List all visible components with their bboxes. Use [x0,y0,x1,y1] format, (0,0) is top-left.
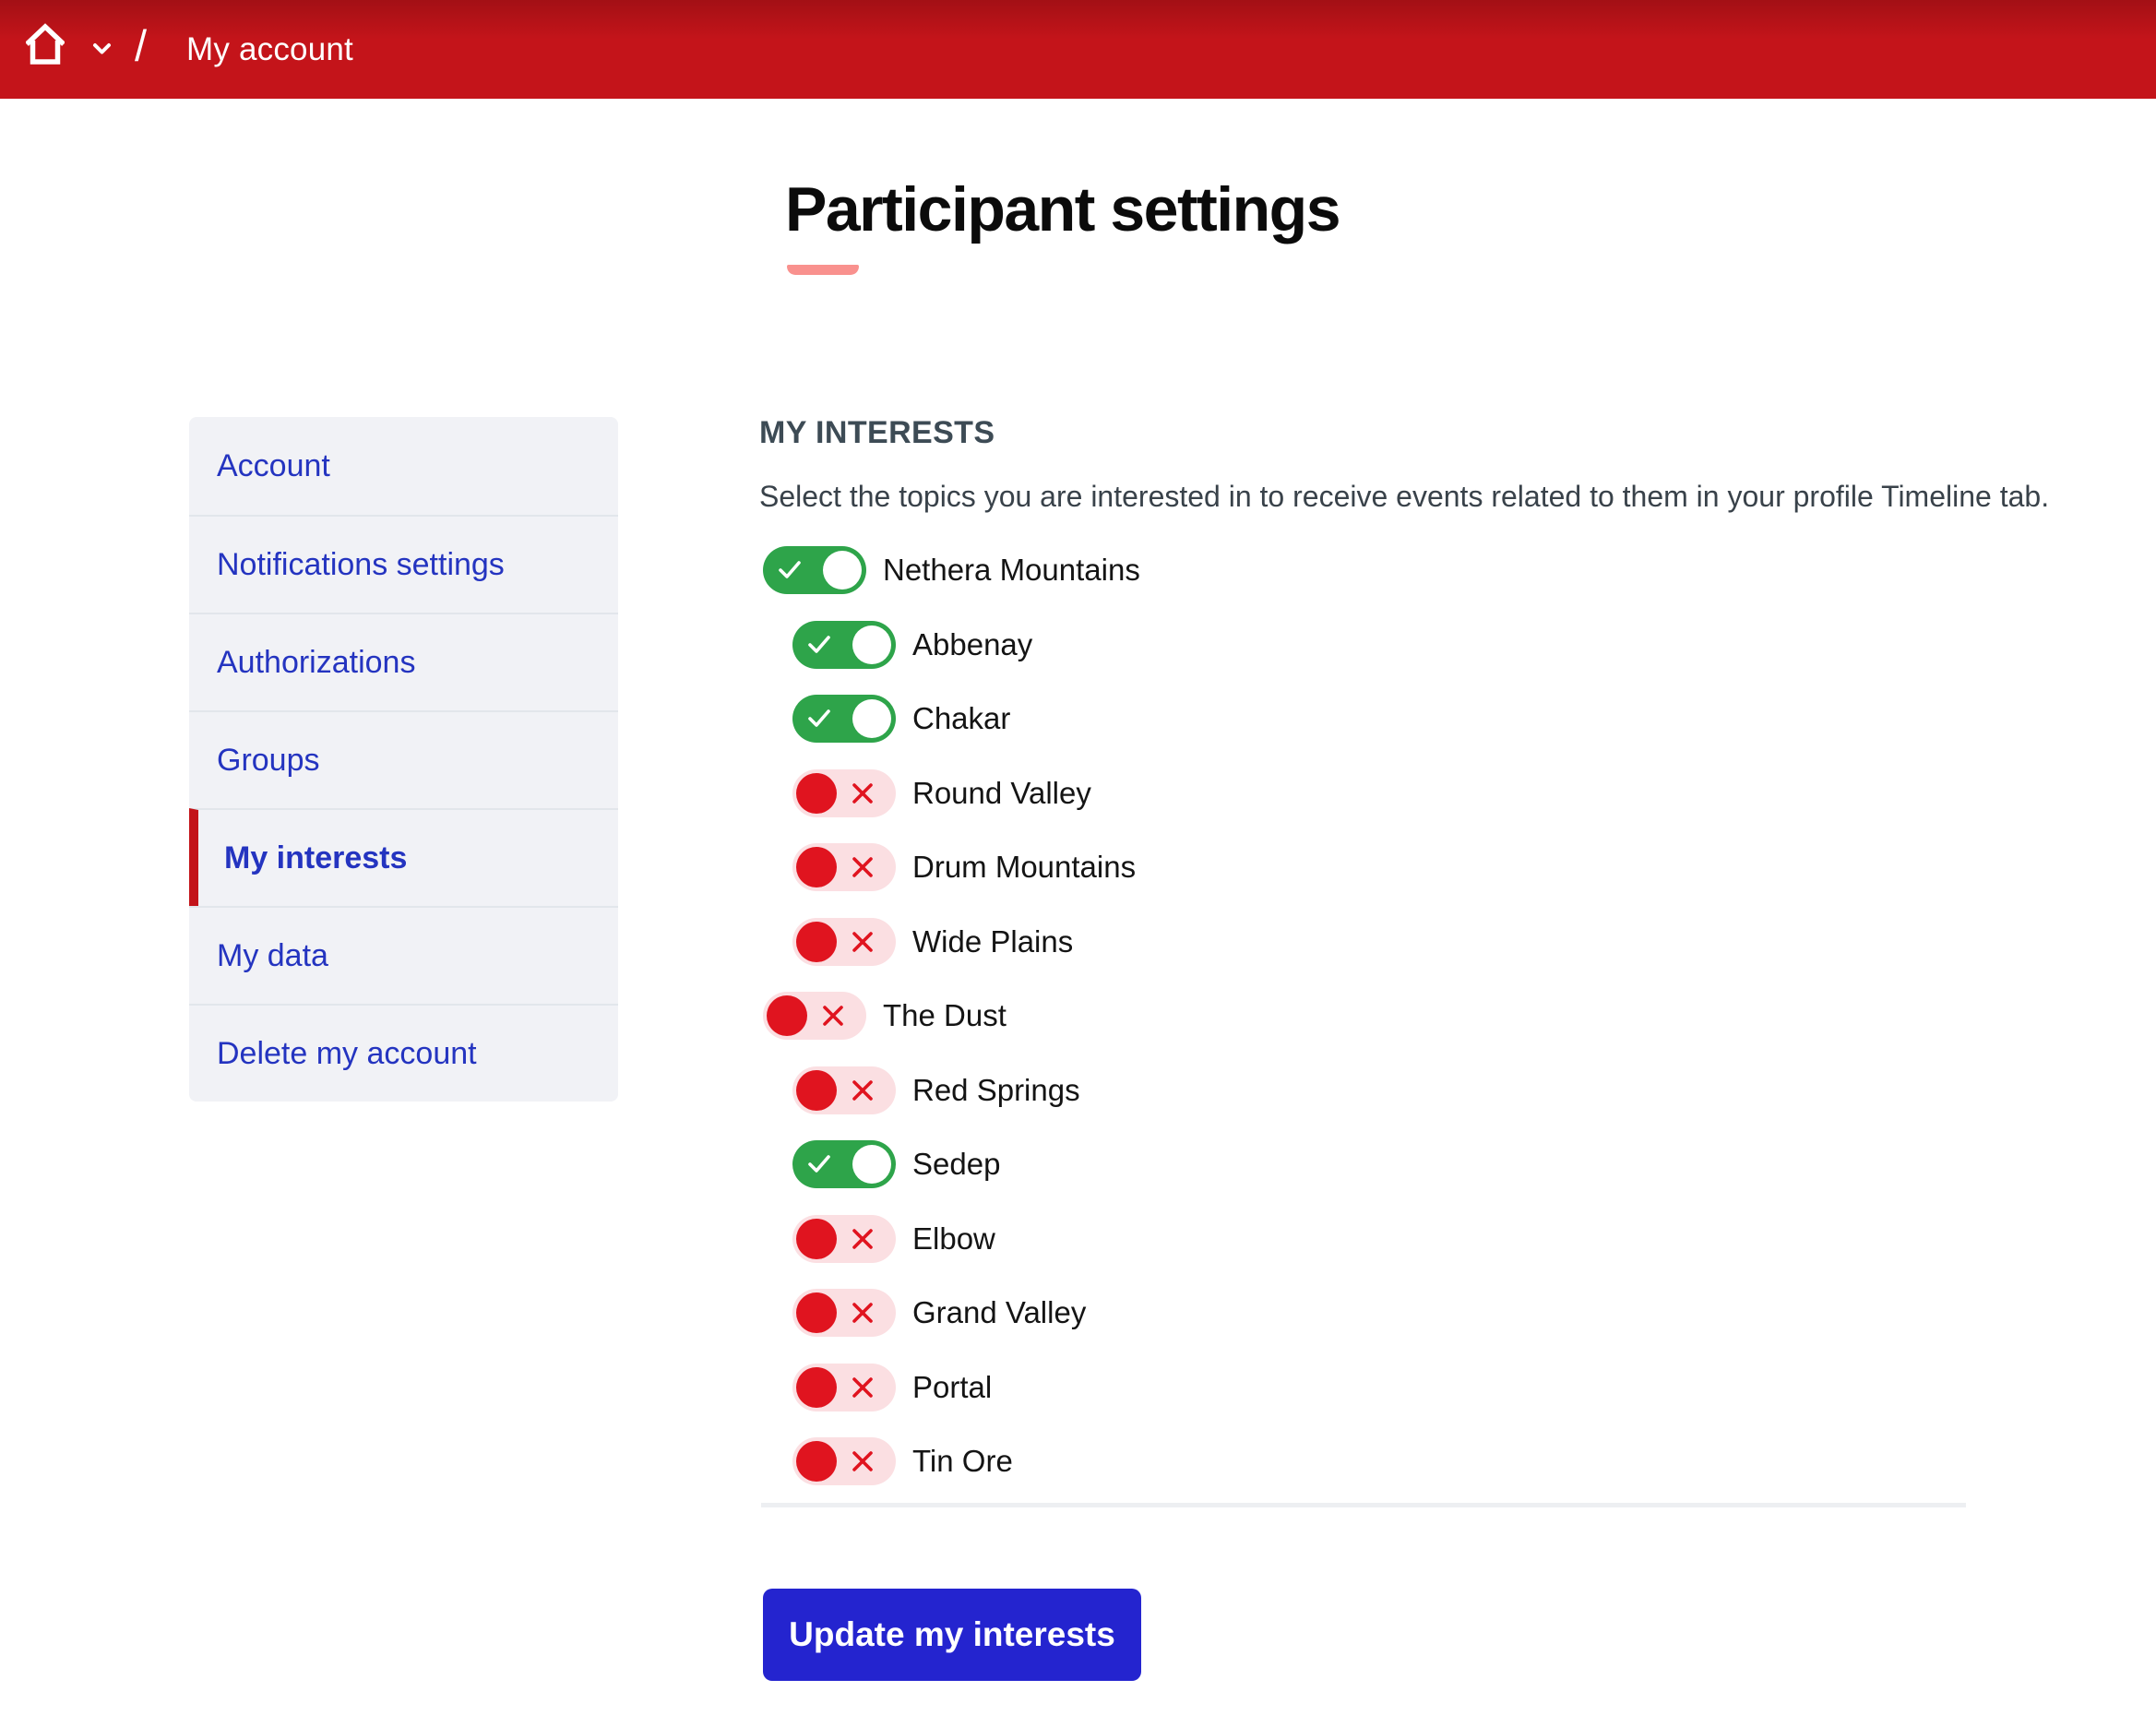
interest-row: Round Valley [792,769,1140,817]
interest-row: Nethera Mountains [763,546,1140,594]
interest-row: Portal [792,1364,1140,1411]
toggle-knob [796,1292,837,1333]
interest-toggle-off[interactable] [792,1215,896,1263]
toggle-knob [796,1070,837,1111]
interest-label: Tin Ore [912,1444,1013,1479]
breadcrumb-current-page: My account [186,31,353,68]
interest-row: Abbenay [792,621,1140,669]
interest-label: Red Springs [912,1073,1080,1108]
chevron-down-icon[interactable] [92,42,112,55]
interest-row: Grand Valley [792,1289,1140,1337]
interest-label: Chakar [912,701,1010,736]
sidebar-item-notifications-settings[interactable]: Notifications settings [189,515,618,613]
interest-label: Abbenay [912,627,1032,662]
interest-label: Round Valley [912,776,1091,811]
participant-settings-page: / My account Participant settings Accoun… [0,0,2156,1727]
interest-toggle-off[interactable] [792,1066,896,1114]
toggle-knob [796,1367,837,1408]
interest-toggle-off[interactable] [792,1437,896,1485]
check-icon [807,708,831,730]
interest-toggle-on[interactable] [763,546,866,594]
x-icon [851,1376,875,1399]
toggle-knob [796,922,837,962]
interest-toggle-off[interactable] [792,1289,896,1337]
interest-toggle-off[interactable] [792,769,896,817]
toggle-knob [796,847,837,887]
toggle-knob [796,1219,837,1259]
interest-toggle-on[interactable] [792,621,896,669]
sidebar-menu: AccountNotifications settingsAuthorizati… [189,417,618,1102]
interest-row: Sedep [792,1140,1140,1188]
section-divider [761,1503,1966,1507]
interest-label: Nethera Mountains [883,553,1140,588]
toggle-knob [852,1145,891,1184]
x-icon [851,930,875,954]
toggle-knob [796,1441,837,1482]
interest-toggle-off[interactable] [792,843,896,891]
toggle-knob [852,699,891,738]
interest-row: Red Springs [792,1066,1140,1114]
check-icon [778,559,802,581]
interest-toggle-off[interactable] [763,992,866,1040]
interest-label: Drum Mountains [912,850,1136,885]
interest-row: Wide Plains [792,918,1140,966]
interest-label: The Dust [883,998,1007,1033]
sidebar-item-account[interactable]: Account [189,417,618,515]
toggle-knob [767,995,807,1036]
sidebar-item-authorizations[interactable]: Authorizations [189,613,618,710]
interest-label: Wide Plains [912,924,1073,959]
sidebar-item-groups[interactable]: Groups [189,710,618,808]
toggle-knob [823,551,862,590]
home-icon[interactable] [26,23,65,66]
interest-label: Elbow [912,1221,995,1257]
update-interests-button[interactable]: Update my interests [763,1589,1141,1681]
toggle-knob [852,625,891,664]
check-icon [807,634,831,656]
sidebar-item-my-interests[interactable]: My interests [189,808,618,906]
breadcrumb-separator: / [135,20,147,71]
interest-row: Drum Mountains [792,843,1140,891]
interest-row: Chakar [792,695,1140,743]
sidebar-item-delete-my-account[interactable]: Delete my account [189,1004,618,1102]
page-title: Participant settings [785,173,1340,245]
x-icon [821,1004,845,1028]
interest-label: Portal [912,1370,992,1405]
section-description: Select the topics you are interested in … [759,480,2156,514]
breadcrumb-bar: / My account [0,0,2156,99]
interest-toggle-off[interactable] [792,918,896,966]
x-icon [851,781,875,805]
interest-toggle-on[interactable] [792,695,896,743]
interest-toggle-off[interactable] [792,1364,896,1411]
interest-row: Tin Ore [792,1437,1140,1485]
check-icon [807,1153,831,1175]
x-icon [851,855,875,879]
interests-list: Nethera Mountains Abbenay Chakar Round Vall… [763,546,1140,1512]
x-icon [851,1078,875,1102]
interest-label: Grand Valley [912,1295,1086,1330]
interest-row: Elbow [792,1215,1140,1263]
title-underline-accent [787,265,859,275]
toggle-knob [796,773,837,814]
x-icon [851,1449,875,1473]
interest-label: Sedep [912,1147,1000,1182]
x-icon [851,1227,875,1251]
section-heading: MY INTERESTS [759,415,995,451]
interest-row: The Dust [763,992,1140,1040]
interest-toggle-on[interactable] [792,1140,896,1188]
sidebar-item-my-data[interactable]: My data [189,906,618,1004]
x-icon [851,1301,875,1325]
